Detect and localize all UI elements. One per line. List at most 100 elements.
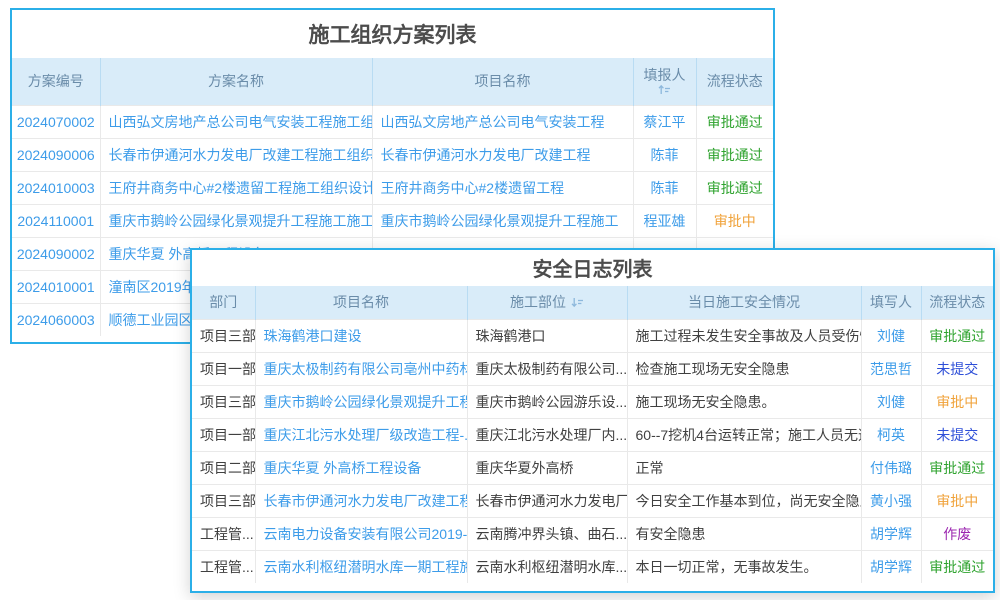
project-name-cell[interactable]: 王府井商务中心#2楼遗留工程 <box>372 171 633 204</box>
reporter-cell[interactable]: 陈菲 <box>633 138 696 171</box>
safety-situation-cell: 本日一切正常，无事故发生。 <box>627 550 861 583</box>
col-header-label: 项目名称 <box>333 294 389 310</box>
project-name-cell[interactable]: 重庆华夏 外高桥工程设备 <box>255 451 467 484</box>
status-cell: 审批通过 <box>696 105 773 138</box>
department-cell: 项目三部 <box>192 385 255 418</box>
location-cell: 云南腾冲界头镇、曲石... <box>467 517 627 550</box>
col-header-location[interactable]: 施工部位 <box>467 286 627 319</box>
col-header-project-name: 项目名称 <box>372 58 633 105</box>
plan-no-cell[interactable]: 2024070002 <box>12 105 100 138</box>
col-header-status: 流程状态 <box>696 58 773 105</box>
project-name-cell[interactable]: 山西弘文房地产总公司电气安装工程 <box>372 105 633 138</box>
sort-descending-icon[interactable] <box>571 297 584 308</box>
safety-log-title: 安全日志列表 <box>192 250 993 286</box>
status-cell: 审批通过 <box>696 171 773 204</box>
col-header-reporter[interactable]: 填报人 <box>633 58 696 105</box>
project-name-cell[interactable]: 长春市伊通河水力发电厂改建工程 <box>372 138 633 171</box>
plan-no-cell[interactable]: 2024010001 <box>12 270 100 303</box>
col-header-label: 部门 <box>209 294 237 310</box>
col-header-department: 部门 <box>192 286 255 319</box>
col-header-label: 方案编号 <box>28 73 84 89</box>
log-table-header-row: 部门 项目名称 施工部位 当日施工安全情况 填写人 流程状态 <box>192 286 993 319</box>
sort-ascending-icon[interactable] <box>658 84 671 95</box>
department-cell: 项目一部 <box>192 352 255 385</box>
log-table-row: 项目三部长春市伊通河水力发电厂改建工程长春市伊通河水力发电厂今日安全工作基本到位… <box>192 484 993 517</box>
col-header-label: 项目名称 <box>475 73 531 89</box>
project-name-cell[interactable]: 珠海鹤港口建设 <box>255 319 467 352</box>
plan-table-row: 2024090006长春市伊通河水力发电厂改建工程施工组织设计长春市伊通河水力发… <box>12 138 773 171</box>
status-cell: 作废 <box>921 517 993 550</box>
plan-name-cell[interactable]: 山西弘文房地产总公司电气安装工程施工组织... <box>100 105 372 138</box>
col-header-label: 流程状态 <box>929 294 985 310</box>
status-cell: 未提交 <box>921 352 993 385</box>
col-header-label: 当日施工安全情况 <box>688 294 800 310</box>
plan-no-cell[interactable]: 2024060003 <box>12 303 100 336</box>
project-name-cell[interactable]: 重庆市鹅岭公园绿化景观提升工程施工 <box>372 204 633 237</box>
status-cell: 审批中 <box>921 484 993 517</box>
status-cell: 审批通过 <box>921 451 993 484</box>
location-cell: 长春市伊通河水力发电厂 <box>467 484 627 517</box>
col-header-writer: 填写人 <box>861 286 921 319</box>
status-cell: 未提交 <box>921 418 993 451</box>
log-table-row: 项目二部重庆华夏 外高桥工程设备重庆华夏外高桥正常付伟璐审批通过 <box>192 451 993 484</box>
status-cell: 审批通过 <box>921 550 993 583</box>
project-name-cell[interactable]: 云南电力设备安装有限公司2019--... <box>255 517 467 550</box>
log-table-row: 工程管...云南电力设备安装有限公司2019--...云南腾冲界头镇、曲石...… <box>192 517 993 550</box>
log-table-row: 项目一部重庆太极制药有限公司亳州中药材...重庆太极制药有限公司...检查施工现… <box>192 352 993 385</box>
status-cell: 审批通过 <box>696 138 773 171</box>
writer-cell[interactable]: 柯英 <box>861 418 921 451</box>
plan-no-cell[interactable]: 2024110001 <box>12 204 100 237</box>
writer-cell[interactable]: 范思哲 <box>861 352 921 385</box>
department-cell: 项目二部 <box>192 451 255 484</box>
plan-no-cell[interactable]: 2024090002 <box>12 237 100 270</box>
plan-no-cell[interactable]: 2024090006 <box>12 138 100 171</box>
plan-name-cell[interactable]: 长春市伊通河水力发电厂改建工程施工组织设计 <box>100 138 372 171</box>
col-header-plan-no: 方案编号 <box>12 58 100 105</box>
log-table-row: 项目三部珠海鹤港口建设珠海鹤港口施工过程未发生安全事故及人员受伤情况刘健审批通过 <box>192 319 993 352</box>
col-header-label: 填报人 <box>644 67 686 84</box>
project-name-cell[interactable]: 长春市伊通河水力发电厂改建工程 <box>255 484 467 517</box>
location-cell: 云南水利枢纽潜明水库... <box>467 550 627 583</box>
location-cell: 重庆江北污水处理厂内... <box>467 418 627 451</box>
plan-name-cell[interactable]: 王府井商务中心#2楼遗留工程施工组织设计 <box>100 171 372 204</box>
reporter-cell[interactable]: 蔡江平 <box>633 105 696 138</box>
safety-situation-cell: 正常 <box>627 451 861 484</box>
plan-table-row: 2024110001重庆市鹅岭公园绿化景观提升工程施工施工组...重庆市鹅岭公园… <box>12 204 773 237</box>
status-cell: 审批中 <box>696 204 773 237</box>
writer-cell[interactable]: 付伟璐 <box>861 451 921 484</box>
safety-log-table: 部门 项目名称 施工部位 当日施工安全情况 填写人 流程状态 项目三部珠海鹤港口… <box>192 286 993 583</box>
writer-cell[interactable]: 胡学辉 <box>861 550 921 583</box>
status-cell: 审批中 <box>921 385 993 418</box>
writer-cell[interactable]: 胡学辉 <box>861 517 921 550</box>
col-header-safety-situation: 当日施工安全情况 <box>627 286 861 319</box>
col-header-label: 方案名称 <box>208 73 264 89</box>
safety-situation-cell: 施工现场无安全隐患。 <box>627 385 861 418</box>
reporter-cell[interactable]: 程亚雄 <box>633 204 696 237</box>
plan-no-cell[interactable]: 2024010003 <box>12 171 100 204</box>
safety-situation-cell: 今日安全工作基本到位，尚无安全隐患... <box>627 484 861 517</box>
project-name-cell[interactable]: 重庆太极制药有限公司亳州中药材... <box>255 352 467 385</box>
plan-table-row: 2024070002山西弘文房地产总公司电气安装工程施工组织...山西弘文房地产… <box>12 105 773 138</box>
project-name-cell[interactable]: 重庆市鹅岭公园绿化景观提升工程... <box>255 385 467 418</box>
project-name-cell[interactable]: 重庆江北污水处理厂级改造工程-... <box>255 418 467 451</box>
project-name-cell[interactable]: 云南水利枢纽潜明水库一期工程施... <box>255 550 467 583</box>
writer-cell[interactable]: 刘健 <box>861 319 921 352</box>
col-header-label: 施工部位 <box>510 292 566 312</box>
location-cell: 重庆太极制药有限公司... <box>467 352 627 385</box>
plan-name-cell[interactable]: 重庆市鹅岭公园绿化景观提升工程施工施工组... <box>100 204 372 237</box>
department-cell: 项目三部 <box>192 319 255 352</box>
col-header-project-name: 项目名称 <box>255 286 467 319</box>
safety-log-panel: 安全日志列表 部门 项目名称 施工部位 当日施工安全情况 填写人 <box>190 248 995 593</box>
safety-situation-cell: 施工过程未发生安全事故及人员受伤情况 <box>627 319 861 352</box>
plan-table-header-row: 方案编号 方案名称 项目名称 填报人 流程状态 <box>12 58 773 105</box>
writer-cell[interactable]: 黄小强 <box>861 484 921 517</box>
log-table-row: 项目三部重庆市鹅岭公园绿化景观提升工程...重庆市鹅岭公园游乐设...施工现场无… <box>192 385 993 418</box>
plan-table-row: 2024010003王府井商务中心#2楼遗留工程施工组织设计王府井商务中心#2楼… <box>12 171 773 204</box>
safety-situation-cell: 60--7挖机4台运转正常；施工人员无违... <box>627 418 861 451</box>
col-header-plan-name: 方案名称 <box>100 58 372 105</box>
location-cell: 重庆市鹅岭公园游乐设... <box>467 385 627 418</box>
writer-cell[interactable]: 刘健 <box>861 385 921 418</box>
reporter-cell[interactable]: 陈菲 <box>633 171 696 204</box>
department-cell: 项目一部 <box>192 418 255 451</box>
log-table-row: 项目一部重庆江北污水处理厂级改造工程-...重庆江北污水处理厂内...60--7… <box>192 418 993 451</box>
